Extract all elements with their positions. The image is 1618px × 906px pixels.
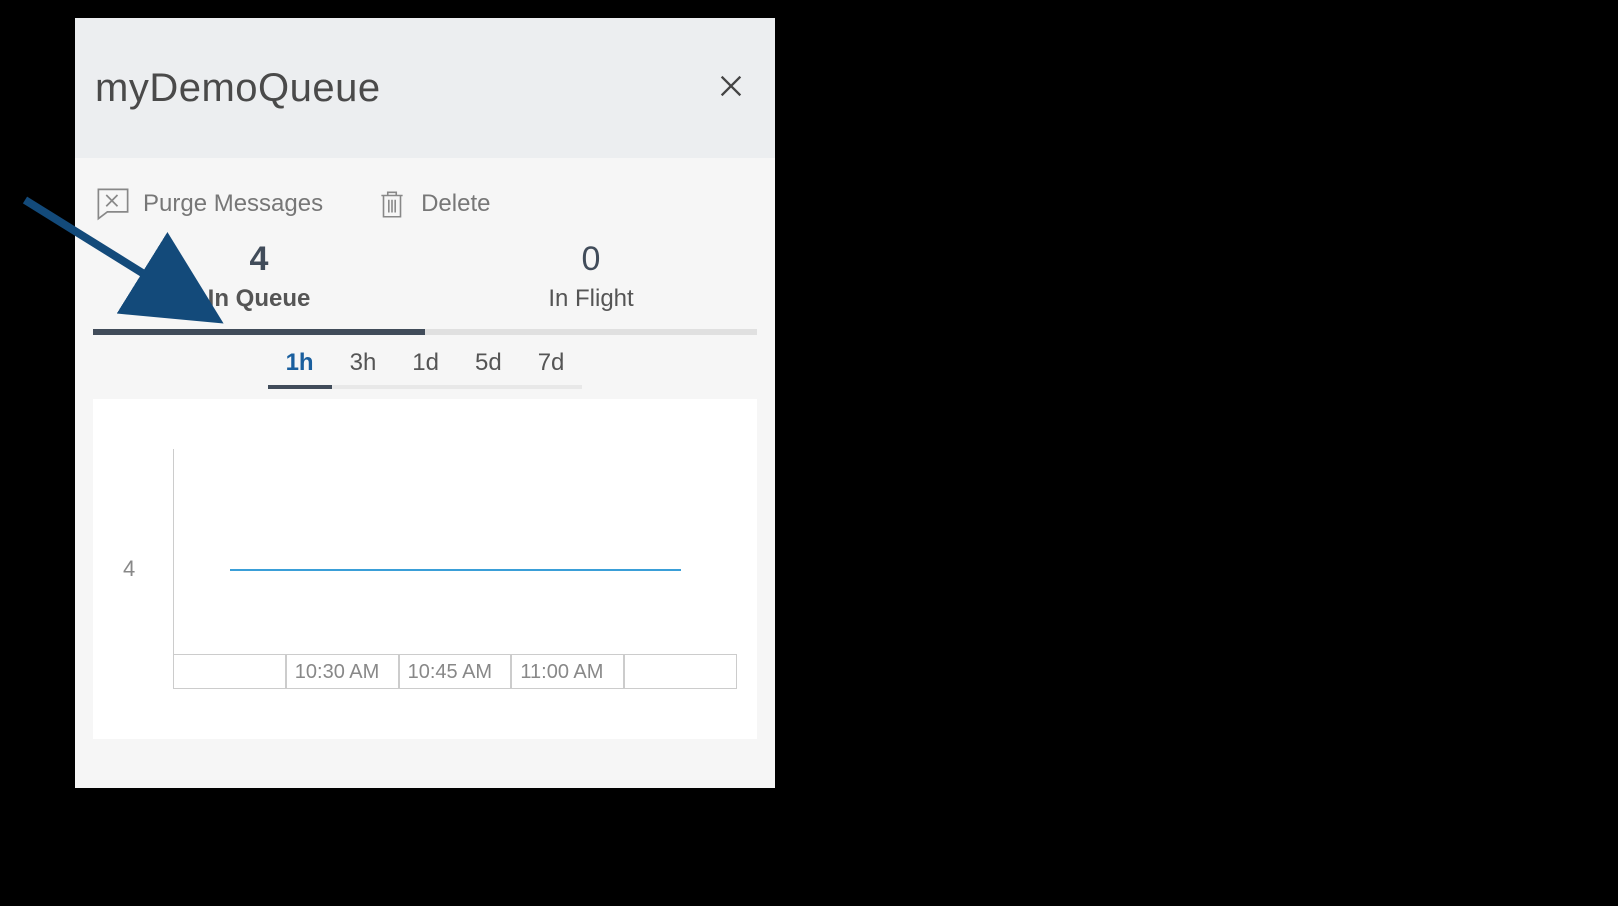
time-range-1h[interactable]: 1h — [268, 349, 332, 389]
time-range-selector: 1h 3h 1d 5d 7d — [93, 349, 757, 389]
close-icon — [717, 72, 745, 100]
time-range-3h[interactable]: 3h — [332, 349, 395, 389]
trash-icon — [375, 187, 409, 221]
x-tick: 11:00 AM — [511, 654, 624, 688]
tab-in-queue[interactable]: 4 In Queue — [93, 240, 425, 335]
queue-title: myDemoQueue — [95, 66, 381, 111]
in-flight-count: 0 — [425, 240, 757, 279]
x-tick: 10:30 AM — [286, 654, 399, 688]
panel-header: myDemoQueue — [75, 18, 775, 158]
in-queue-count: 4 — [93, 240, 425, 279]
chart-series-line — [230, 569, 680, 571]
action-bar: Purge Messages Delete — [75, 158, 775, 240]
in-flight-label: In Flight — [425, 285, 757, 313]
purge-label: Purge Messages — [143, 190, 323, 218]
close-button[interactable] — [707, 63, 755, 113]
x-tick: 10:45 AM — [399, 654, 512, 688]
purge-messages-button[interactable]: Purge Messages — [95, 186, 323, 222]
queue-chart: 4 10:30 AM 10:45 AM 11:00 AM — [93, 399, 757, 739]
chart-plot-area: 10:30 AM 10:45 AM 11:00 AM — [173, 449, 737, 689]
purge-icon — [95, 186, 131, 222]
delete-button[interactable]: Delete — [375, 187, 490, 221]
time-range-7d[interactable]: 7d — [520, 349, 583, 389]
x-axis: 10:30 AM 10:45 AM 11:00 AM — [174, 654, 737, 688]
x-tick — [624, 654, 737, 688]
queue-detail-panel: myDemoQueue Purge Messages Delete — [75, 18, 775, 788]
x-tick — [174, 654, 286, 688]
y-tick-label: 4 — [123, 556, 135, 582]
time-range-1d[interactable]: 1d — [394, 349, 457, 389]
metric-tabs: 4 In Queue 0 In Flight — [93, 240, 757, 335]
delete-label: Delete — [421, 190, 490, 218]
in-queue-label: In Queue — [93, 285, 425, 313]
time-range-5d[interactable]: 5d — [457, 349, 520, 389]
tab-in-flight[interactable]: 0 In Flight — [425, 240, 757, 335]
